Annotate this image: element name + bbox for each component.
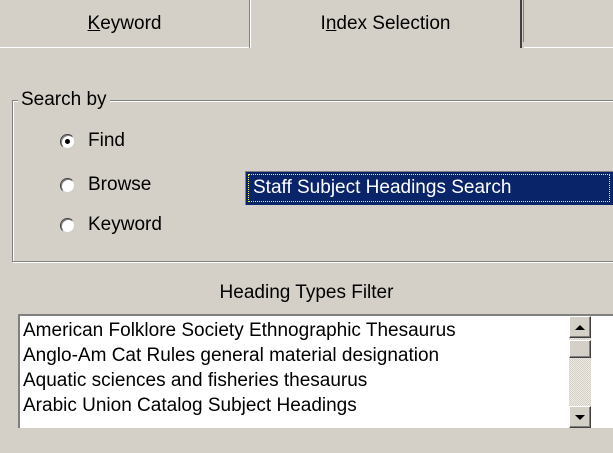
scroll-up-button[interactable] [569,316,591,338]
tab-strip-filler [524,0,613,48]
tab-strip: Keyword Index Selection [0,0,613,50]
list-item[interactable]: Arabic Union Catalog Subject Headings [23,393,563,418]
radio-find-option[interactable]: Find [60,127,125,155]
radio-browse-option[interactable]: Browse [60,171,151,199]
tab-keyword-suffix: eyword [100,13,162,34]
scroll-down-button[interactable] [569,406,591,428]
heading-types-listbox[interactable]: American Folklore Society Ethnographic T… [18,314,613,428]
tab-index-selection[interactable]: Index Selection [250,0,524,48]
list-item[interactable]: Anglo-Am Cat Rules general material desi… [23,343,563,368]
listbox-scrollbar[interactable] [569,316,591,428]
list-item[interactable]: American Folklore Society Ethnographic T… [23,318,563,343]
scroll-thumb[interactable] [569,340,591,358]
radio-browse-label: Browse [88,174,152,195]
tab-index-suffix: dex Selection [336,13,451,34]
tab-index-accel: n [325,13,337,34]
radio-find[interactable] [60,133,75,149]
radio-browse[interactable] [60,177,75,193]
radio-keyword-option[interactable]: Keyword [60,211,162,239]
list-item[interactable]: Aquatic sciences and fisheries thesaurus [23,368,563,393]
arrow-down-icon [575,414,585,420]
arrow-up-icon [575,324,585,330]
radio-keyword[interactable] [60,217,75,233]
tab-keyword-accel: K [87,13,101,34]
heading-types-filter-label: Heading Types Filter [219,282,394,303]
radio-keyword-label: Keyword [88,214,162,235]
search-by-legend: Search by [18,87,110,113]
tab-keyword[interactable]: Keyword [0,0,250,48]
radio-find-label: Find [88,130,125,151]
selected-index-field[interactable]: Staff Subject Headings Search [245,171,613,205]
heading-types-items: American Folklore Society Ethnographic T… [23,318,563,418]
